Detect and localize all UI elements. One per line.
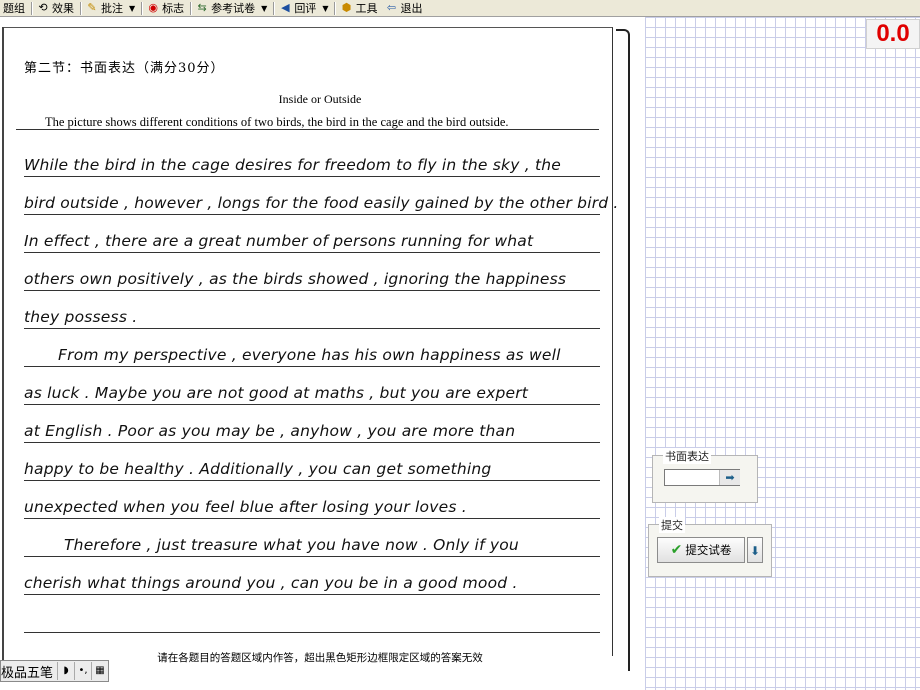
handwritten-text: From my perspective , everyone has his o…: [58, 346, 561, 364]
handwritten-line: bird outside , however , longs for the f…: [24, 177, 618, 215]
handwritten-text: In effect , there are a great number of …: [24, 232, 534, 250]
handwritten-text: unexpected when you feel blue after losi…: [24, 498, 467, 516]
toolbar-exit-button[interactable]: ⇦ 退出: [382, 0, 427, 16]
essay-title: Inside or Outside: [278, 92, 362, 106]
punctuation-icon[interactable]: •,: [74, 662, 91, 680]
toolbar-reference-button[interactable]: ⇆ 参考试卷 ▼: [193, 0, 272, 16]
toolbar-separator: [141, 1, 144, 15]
toolbar-separator: [190, 1, 193, 15]
tools-icon: ⬢: [341, 1, 352, 14]
prompt-underline: [16, 129, 599, 130]
handwritten-line: Therefore , just treasure what you have …: [24, 519, 600, 557]
toolbar-effect-label: 效果: [52, 2, 74, 15]
chevron-down-icon[interactable]: ▼: [129, 4, 135, 13]
toolbar-separator: [273, 1, 276, 15]
toolbar-tools-label: 工具: [355, 2, 378, 15]
toolbar-tools-button[interactable]: ⬢ 工具: [337, 0, 382, 16]
scoring-grid-area: [645, 17, 920, 690]
check-icon: ✔: [670, 542, 683, 558]
submit-panel: 提交 ✔ 提交试卷 ⬇: [648, 517, 772, 577]
toolbar-separator: [31, 1, 33, 15]
toolbar-exit-label: 退出: [400, 2, 423, 15]
handwritten-text: Therefore , just treasure what you have …: [64, 536, 519, 554]
toolbar-group-label: 题组: [3, 2, 25, 15]
moon-icon[interactable]: ◗: [57, 662, 74, 680]
handwritten-line: In effect , there are a great number of …: [24, 215, 600, 253]
chevron-down-icon[interactable]: ▼: [261, 4, 267, 13]
toolbar-mark-button[interactable]: ◉ 标志: [144, 0, 189, 16]
sheet-border-outer: [616, 29, 630, 671]
submit-panel-legend: 提交: [659, 517, 685, 533]
handwritten-line: [24, 595, 600, 633]
toolbar-group-button[interactable]: 题组: [0, 0, 30, 16]
answer-sheet-image: 第二节：书面表达（满分30分） Inside or Outside The pi…: [0, 17, 645, 690]
handwritten-text: as luck . Maybe you are not good at math…: [24, 384, 529, 402]
ime-toolbar[interactable]: 极品五笔 ◗ •, ▦: [0, 660, 110, 682]
handwritten-line: cherish what things around you , can you…: [24, 557, 600, 595]
handwritten-text: While the bird in the cage desires for f…: [24, 156, 561, 174]
toolbar: 题组 ⟲ 效果 ✎ 批注 ▼ ◉ 标志 ⇆ 参考试卷 ▼ ◀ 回评 ▼ ⬢ 工具…: [0, 0, 920, 17]
chevron-down-icon[interactable]: ▼: [322, 4, 328, 13]
handwritten-text: at English . Poor as you may be , anyhow…: [24, 422, 516, 440]
submit-exam-button[interactable]: ✔ 提交试卷: [657, 537, 745, 563]
toolbar-mark-label: 标志: [162, 2, 185, 15]
toolbar-reference-label: 参考试卷: [211, 2, 256, 15]
handwritten-text: happy to be healthy . Additionally , you…: [24, 460, 492, 478]
section-title: 第二节：书面表达（满分30分）: [24, 61, 225, 76]
arrow-right-icon[interactable]: ➡: [719, 470, 740, 485]
handwritten-line: others own positively , as the birds sho…: [24, 253, 600, 291]
submit-exam-label: 提交试卷: [685, 543, 732, 557]
handwritten-line: they possess .: [24, 291, 600, 329]
toolbar-review-label: 回评: [294, 2, 317, 15]
toolbar-annotate-button[interactable]: ✎ 批注 ▼: [83, 0, 140, 16]
handwritten-line: While the bird in the cage desires for f…: [24, 139, 600, 177]
writing-score-panel: 书面表达 ➡: [652, 448, 758, 503]
handwritten-text: cherish what things around you , can you…: [24, 574, 518, 592]
exit-icon: ⇦: [386, 1, 397, 14]
back-arrow-icon: ◀: [281, 1, 290, 14]
handwritten-line: happy to be healthy . Additionally , you…: [24, 443, 600, 481]
handwritten-line: at English . Poor as you may be , anyhow…: [24, 405, 600, 443]
toolbar-separator: [80, 1, 82, 15]
toolbar-separator: [334, 1, 337, 15]
reference-icon: ⇆: [197, 1, 207, 14]
handwritten-line: unexpected when you feel blue after losi…: [24, 481, 600, 519]
handwritten-line: From my perspective , everyone has his o…: [24, 329, 600, 367]
handwritten-text: bird outside , however , longs for the f…: [24, 194, 619, 212]
ime-label: 极品五笔: [1, 665, 54, 681]
handwritten-text: they possess .: [24, 308, 138, 326]
effect-icon: ⟲: [38, 1, 48, 14]
toolbar-effect-button[interactable]: ⟲ 效果: [34, 0, 79, 16]
keyboard-icon[interactable]: ▦: [91, 662, 108, 680]
score-display: 0.0: [866, 19, 920, 49]
essay-prompt: The picture shows different conditions o…: [45, 115, 509, 129]
writing-panel-legend: 书面表达: [663, 448, 711, 464]
pencil-icon: ✎: [87, 1, 97, 14]
mark-icon: ◉: [148, 1, 158, 14]
toolbar-review-button[interactable]: ◀ 回评 ▼: [276, 0, 333, 16]
handwritten-line: as luck . Maybe you are not good at math…: [24, 367, 600, 405]
handwritten-text: others own positively , as the birds sho…: [24, 270, 567, 288]
toolbar-annotate-label: 批注: [101, 2, 123, 15]
arrow-down-icon[interactable]: ⬇: [747, 537, 763, 563]
